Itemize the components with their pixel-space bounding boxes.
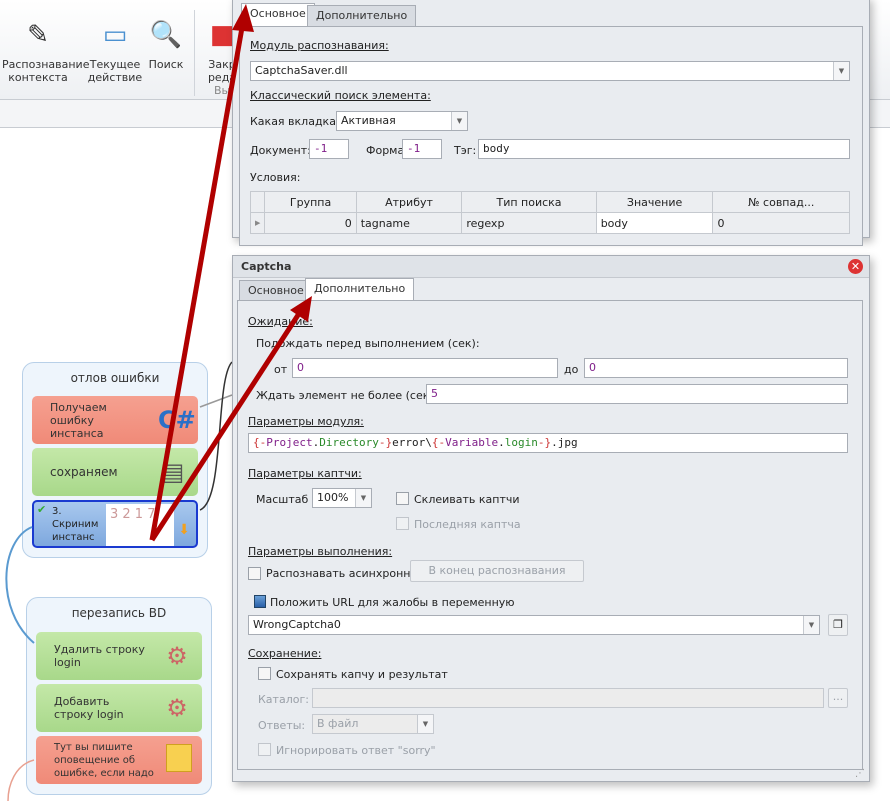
async-checkbox[interactable] bbox=[248, 567, 261, 580]
path-part: . bbox=[498, 436, 505, 449]
tag-label: Тэг: bbox=[454, 144, 477, 157]
column-header[interactable]: № совпад... bbox=[712, 191, 850, 213]
section-module-params: Параметры модуля: bbox=[248, 415, 364, 428]
last-captcha-checkbox[interactable] bbox=[396, 517, 409, 530]
tab-label: Какая вкладка: bbox=[250, 115, 340, 128]
scale-select[interactable]: 100% ▼ bbox=[312, 488, 372, 508]
wait-from-input[interactable]: 0 bbox=[292, 358, 558, 378]
table-cell[interactable]: tagname bbox=[355, 212, 463, 234]
to-label: до bbox=[564, 363, 579, 376]
column-header[interactable]: Тип поиска bbox=[461, 191, 597, 213]
catalog-input[interactable] bbox=[312, 688, 824, 708]
url-label: Положить URL для жалобы в переменную bbox=[270, 596, 515, 609]
copy-button[interactable]: ❐ bbox=[828, 614, 848, 636]
save-label: Сохранять капчу и результат bbox=[276, 668, 448, 681]
wait-element-label: Ждать элемент не более (сек): bbox=[256, 389, 438, 402]
chevron-down-icon[interactable]: ▼ bbox=[355, 489, 371, 507]
tab-main[interactable]: Основное bbox=[241, 3, 315, 26]
end-of-recognition-button[interactable]: В конец распознавания bbox=[410, 560, 584, 582]
tab-select[interactable]: Активная ▼ bbox=[336, 111, 468, 131]
captcha-dialog: Captcha ✕ Основное Дополнительно Ожидани… bbox=[232, 255, 870, 782]
table-cell[interactable]: body bbox=[595, 212, 714, 234]
chevron-down-icon[interactable]: ▼ bbox=[451, 112, 467, 130]
tab-panel: Модуль распознавания: CaptchaSaver.dll ▼ … bbox=[239, 26, 863, 246]
table-header: Группа Атрибут Тип поиска Значение № сов… bbox=[249, 191, 850, 213]
close-icon[interactable]: ✕ bbox=[848, 259, 863, 274]
table-cell[interactable]: 0 bbox=[264, 212, 357, 234]
wait-element-input[interactable]: 5 bbox=[426, 384, 848, 404]
chevron-down-icon[interactable]: ▼ bbox=[833, 62, 849, 80]
wait-before-label: Подождать перед выполнением (сек): bbox=[256, 337, 480, 350]
column-header[interactable]: Значение bbox=[595, 191, 714, 213]
conditions-label: Условия: bbox=[250, 171, 301, 184]
browse-button[interactable]: ... bbox=[828, 688, 848, 708]
conditions-table: Группа Атрибут Тип поиска Значение № сов… bbox=[249, 191, 850, 234]
ignore-sorry-checkbox[interactable] bbox=[258, 743, 271, 756]
form-input[interactable]: -1 bbox=[402, 139, 442, 159]
module-select[interactable]: CaptchaSaver.dll ▼ bbox=[250, 61, 850, 81]
catalog-label: Каталог: bbox=[258, 693, 309, 706]
column-header[interactable]: Группа bbox=[264, 191, 357, 213]
section-classic: Классический поиск элемента: bbox=[250, 89, 431, 102]
async-label: Распознавать асинхронно bbox=[266, 567, 418, 580]
tab-additional[interactable]: Дополнительно bbox=[307, 5, 417, 26]
dialog-title-bar: Captcha bbox=[233, 256, 869, 278]
path-part: -} bbox=[537, 436, 552, 449]
module-value: CaptchaSaver.dll bbox=[255, 64, 348, 77]
scale-value: 100% bbox=[317, 491, 349, 504]
path-part: Directory bbox=[319, 436, 379, 449]
connector-line bbox=[199, 394, 233, 408]
tab-value: Активная bbox=[341, 114, 396, 127]
answers-value: В файл bbox=[317, 717, 359, 730]
path-part: -} bbox=[378, 436, 393, 449]
path-part: {- bbox=[431, 436, 446, 449]
table-row[interactable]: ▶ 0 tagname regexp body 0 bbox=[249, 212, 850, 234]
save-checkbox[interactable] bbox=[258, 667, 271, 680]
doc-label: Документ: bbox=[250, 144, 311, 157]
connector-line bbox=[199, 361, 233, 511]
glue-label: Склеивать каптчи bbox=[414, 493, 520, 506]
section-save: Сохранение: bbox=[248, 647, 322, 660]
section-exec: Параметры выполнения: bbox=[248, 545, 393, 558]
url-variable-select[interactable]: WrongCaptcha0 ▼ bbox=[248, 615, 820, 635]
chevron-down-icon[interactable]: ▼ bbox=[417, 715, 433, 733]
glue-checkbox[interactable] bbox=[396, 492, 409, 505]
from-label: от bbox=[274, 363, 288, 376]
path-part: Project bbox=[266, 436, 313, 449]
variable-icon bbox=[254, 595, 266, 608]
copy-icon: ❐ bbox=[833, 618, 843, 631]
last-captcha-label: Последняя каптча bbox=[414, 518, 521, 531]
section-module: Модуль распознавания: bbox=[250, 39, 389, 52]
ignore-sorry-label: Игнорировать ответ "sorry" bbox=[276, 744, 436, 757]
path-part: login bbox=[504, 436, 538, 449]
module-path-input[interactable]: {-Project.Directory-}error\{-Variable.lo… bbox=[248, 433, 848, 453]
connector-line bbox=[5, 526, 35, 644]
row-indicator-icon: ▶ bbox=[249, 212, 266, 234]
answers-label: Ответы: bbox=[258, 719, 306, 732]
url-variable-value: WrongCaptcha0 bbox=[253, 618, 341, 631]
path-part: .jpg bbox=[551, 436, 578, 449]
path-part: error\ bbox=[392, 436, 432, 449]
section-wait: Ожидание: bbox=[248, 315, 313, 328]
resize-grip-icon[interactable]: ⋰ bbox=[855, 768, 865, 779]
chevron-down-icon[interactable]: ▼ bbox=[803, 616, 819, 634]
section-captcha: Параметры каптчи: bbox=[248, 467, 362, 480]
wait-to-input[interactable]: 0 bbox=[584, 358, 848, 378]
path-part: {- bbox=[253, 436, 267, 449]
tab-panel: Ожидание: Подождать перед выполнением (с… bbox=[237, 300, 863, 770]
path-part: Variable bbox=[445, 436, 499, 449]
column-header[interactable]: Атрибут bbox=[355, 191, 463, 213]
scale-label: Масштаб bbox=[256, 493, 309, 506]
doc-input[interactable]: -1 bbox=[309, 139, 349, 159]
tab-main[interactable]: Основное bbox=[239, 280, 313, 301]
table-cell[interactable]: regexp bbox=[461, 212, 597, 234]
dialog-title: Captcha bbox=[241, 260, 292, 273]
table-cell[interactable]: 0 bbox=[712, 212, 850, 234]
tag-input[interactable]: body bbox=[478, 139, 850, 159]
connector-line bbox=[7, 759, 35, 801]
captcha-dialog-main: Основное Дополнительно Модуль распознава… bbox=[232, 0, 870, 246]
answers-select[interactable]: В файл ▼ bbox=[312, 714, 434, 734]
connectors bbox=[5, 361, 233, 801]
tab-additional[interactable]: Дополнительно bbox=[305, 278, 415, 301]
